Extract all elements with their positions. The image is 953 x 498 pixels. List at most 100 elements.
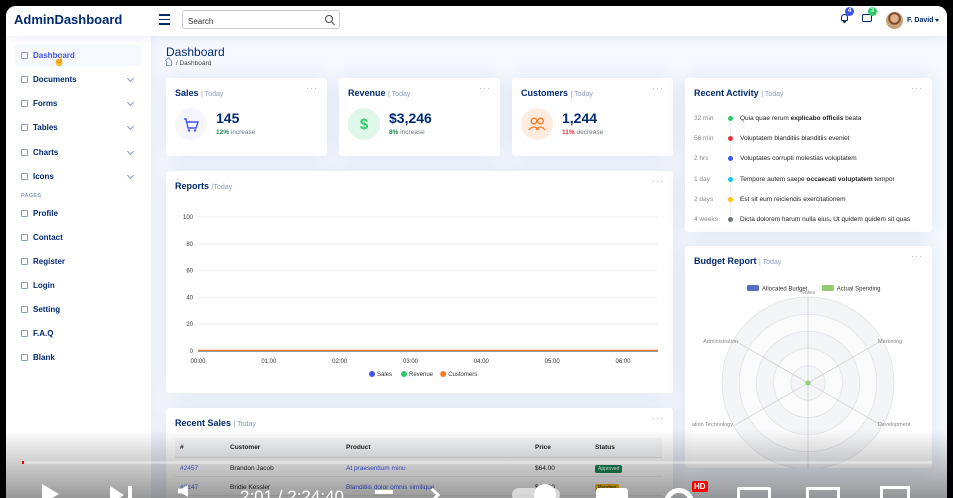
- miniplayer-icon[interactable]: [737, 487, 771, 498]
- y-tick-label: 60: [186, 269, 193, 275]
- customer-cell: Brandon Jacob: [230, 465, 274, 472]
- people-icon: [521, 108, 553, 140]
- activity-text: Voluptates corrupti molestias voluptatem: [740, 155, 857, 163]
- more-options-icon[interactable]: ···: [911, 83, 923, 93]
- cart-icon: [175, 108, 207, 140]
- sidebar-item-icons[interactable]: Icons: [14, 166, 141, 187]
- activity-time: 2 days: [694, 195, 714, 203]
- theater-mode-icon[interactable]: [806, 487, 840, 498]
- more-options-icon[interactable]: ···: [306, 83, 318, 93]
- sidebar-item-forms[interactable]: Forms: [14, 93, 141, 114]
- activity-text: Voluptatem blanditiis blanditiis eveniet: [740, 135, 850, 143]
- customers-card-title: Customers | Today: [521, 88, 593, 98]
- activity-dot-icon: [728, 156, 733, 162]
- x-tick-label: 05:00: [545, 359, 561, 365]
- sidebar-item-profile[interactable]: Profile: [14, 203, 141, 224]
- more-options-icon[interactable]: ···: [652, 83, 664, 93]
- budget-radar-chart: SalesMarketingDevelopmentCustomer Suppor…: [692, 285, 911, 468]
- bar-chart-icon: [21, 149, 28, 156]
- more-options-icon[interactable]: ···: [652, 413, 664, 423]
- table-header: # Customer Product Price Status: [175, 438, 662, 458]
- activity-time: 4 weeks: [694, 216, 718, 223]
- y-tick-label: 80: [186, 242, 193, 248]
- legend-marker: [401, 371, 407, 377]
- sidebar-item-documents[interactable]: Documents: [14, 69, 141, 90]
- activity-item: 2 days Est sit eum reiciendis exercitatio…: [694, 195, 934, 217]
- more-options-icon[interactable]: ···: [479, 83, 491, 93]
- x-tick-label: 02:00: [332, 359, 348, 365]
- sidebar: Dashboard Documents Forms Tables Charts …: [6, 36, 151, 498]
- activity-item: 56 min Voluptatem blanditiis blanditiis e…: [694, 135, 934, 157]
- activity-time: 1 day: [694, 175, 710, 183]
- product-link[interactable]: At praesentium minu: [346, 465, 406, 472]
- activity-connector: [730, 122, 731, 136]
- sidebar-item-label: Blank: [33, 353, 55, 362]
- customers-card: Customers | Today ··· 1,244 11% decrease: [512, 78, 673, 156]
- breadcrumb-separator: /: [175, 60, 178, 67]
- breadcrumb: / Dashboard: [166, 60, 211, 67]
- legend-marker: [369, 371, 375, 377]
- activity-connector: [730, 142, 731, 157]
- radar-axis-label: ation Technology: [692, 422, 733, 428]
- radar-axis-label: Administration: [703, 339, 738, 345]
- envelope-icon: [21, 234, 28, 241]
- chevron-down-icon: [126, 147, 135, 156]
- revenue-card-title: Revenue | Today: [348, 88, 411, 98]
- sidebar-item-contact[interactable]: Contact: [14, 227, 141, 248]
- sidebar-item-faq[interactable]: F.A.Q: [14, 323, 141, 344]
- user-profile-dropdown[interactable]: F. David: [907, 17, 940, 24]
- messages-chat-icon[interactable]: 3: [862, 7, 877, 23]
- revenue-change: 8% increase: [389, 129, 425, 136]
- sidebar-item-label: Register: [33, 257, 66, 266]
- journal-icon: [21, 100, 28, 107]
- sidebar-item-label: Profile: [33, 209, 58, 218]
- sidebar-item-dashboard[interactable]: Dashboard: [14, 45, 141, 66]
- activity-item: 2 hrs Voluptates corrupti molestias volup…: [694, 155, 934, 177]
- x-tick-label: 00:00: [190, 359, 206, 365]
- chapters-icon[interactable]: [375, 490, 393, 494]
- sidebar-item-charts[interactable]: Charts: [14, 142, 141, 163]
- sidebar-item-setting[interactable]: Setting: [14, 299, 141, 320]
- sidebar-item-label: Icons: [33, 172, 54, 181]
- column-header: Status: [595, 444, 615, 451]
- activity-connector: [730, 202, 731, 217]
- column-header: Customer: [230, 444, 261, 451]
- pages-heading: PAGES: [21, 193, 42, 199]
- legend-label: Customers: [448, 372, 477, 378]
- activity-dot-icon: [728, 217, 733, 222]
- activity-connector: [730, 182, 731, 197]
- play-icon[interactable]: [42, 484, 59, 498]
- y-tick-label: 40: [186, 295, 193, 301]
- fullscreen-icon[interactable]: [880, 486, 910, 498]
- top-header: AdminDashboard 4 3 F. David: [6, 6, 947, 36]
- next-video-icon[interactable]: [110, 486, 124, 498]
- card-list-icon: [21, 258, 28, 265]
- legend-label: Sales: [377, 372, 392, 378]
- sidebar-item-tables[interactable]: Tables: [14, 117, 141, 138]
- customers-change: 11% decrease: [562, 129, 604, 136]
- search-input[interactable]: [183, 13, 318, 30]
- app-logo[interactable]: AdminDashboard: [14, 12, 122, 27]
- video-progress-bar[interactable]: [22, 461, 932, 464]
- sidebar-item-label: Login: [33, 281, 55, 290]
- radar-axis-label: Development: [878, 422, 911, 428]
- subtitles-icon[interactable]: [596, 488, 628, 498]
- chevron-down-icon: [126, 74, 135, 83]
- sidebar-item-blank[interactable]: Blank: [14, 347, 141, 368]
- home-icon[interactable]: [166, 61, 172, 66]
- sidebar-item-login[interactable]: Login: [14, 275, 141, 296]
- hd-quality-badge: HD: [692, 481, 708, 492]
- login-icon: [21, 282, 28, 289]
- user-avatar[interactable]: [886, 12, 903, 29]
- chevron-down-icon: [126, 171, 135, 180]
- dollar-icon: $: [348, 108, 380, 140]
- column-header: #: [180, 444, 184, 451]
- gem-icon: [21, 173, 28, 180]
- search-icon[interactable]: [325, 15, 333, 23]
- hamburger-menu-icon[interactable]: [159, 14, 170, 25]
- legend-label: Revenue: [409, 372, 434, 378]
- notifications-bell-icon[interactable]: 4: [839, 7, 854, 23]
- sidebar-item-register[interactable]: Register: [14, 251, 141, 272]
- activity-item: 1 day Tempore autem saepe occaecati volup…: [694, 175, 934, 197]
- order-id-link[interactable]: #2457: [180, 465, 198, 472]
